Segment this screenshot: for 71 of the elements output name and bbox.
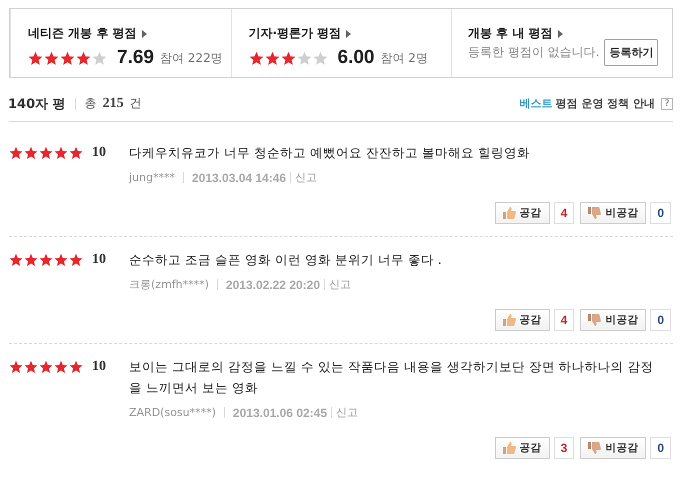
total-count: 215 (102, 96, 124, 112)
empty-rating-message: 등록한 평점이 없습니다. (468, 44, 600, 61)
total-label: 총 (84, 95, 97, 112)
thumbs-down-icon (588, 442, 602, 454)
dislike-count: 0 (650, 309, 671, 331)
section-title[interactable]: 개봉 후 내 평점 (468, 25, 553, 42)
total-unit: 건 (130, 95, 142, 112)
filled-star-icon (39, 360, 53, 374)
review-text: 보이는 그대로의 감정을 느낄 수 있는 작품다음 내용을 생각하기보단 장면 하나하나의 감정을 느끼면서 보는 영화 (129, 358, 655, 397)
filled-star-icon (54, 146, 68, 160)
filled-star-icon (39, 146, 53, 160)
review-date: 2013.01.06 02:45 (232, 406, 328, 420)
like-button[interactable]: 공감 (494, 437, 550, 459)
review-author: 크롱(zmfh****) (129, 277, 209, 292)
filled-star-icon (9, 146, 23, 160)
section-title[interactable]: 기자·평론가 평점 (248, 25, 342, 42)
dislike-button[interactable]: 비공감 (580, 202, 646, 224)
like-count: 4 (554, 309, 574, 331)
filled-star-icon (54, 252, 68, 266)
section-title: 140자 평 (8, 96, 66, 112)
best-label: 베스트 (520, 96, 552, 111)
filled-star-icon (69, 252, 83, 266)
filled-star-icon (44, 50, 59, 66)
rating-score: 7.69 (117, 47, 154, 69)
review-author: ZARD(sosu****) (129, 406, 216, 419)
filled-star-icon (264, 50, 280, 66)
review-author: jung**** (129, 171, 175, 184)
review-score: 10 (92, 252, 106, 268)
dislike-count: 0 (650, 437, 671, 459)
arrow-icon (558, 30, 563, 38)
filled-star-icon (60, 50, 75, 66)
section-title[interactable]: 네티즌 개봉 후 평점 (28, 25, 137, 42)
thumbs-up-icon (502, 207, 516, 219)
filled-star-icon (9, 360, 23, 374)
filled-star-icon (280, 50, 296, 66)
rating-score: 6.00 (338, 47, 374, 69)
filled-star-icon (54, 360, 68, 374)
policy-link[interactable]: 평점 운영 정책 안내 (556, 96, 655, 111)
filled-star-icon (9, 252, 23, 266)
thumbs-down-icon (588, 314, 602, 326)
like-count: 4 (554, 202, 574, 224)
help-button[interactable]: ? (661, 98, 673, 110)
filled-star-icon (69, 146, 83, 160)
participant-count: 참여 2명 (380, 50, 428, 66)
thumbs-up-icon (502, 442, 516, 454)
thumbs-up-icon (502, 314, 516, 326)
register-button[interactable]: 등록하기 (604, 39, 658, 66)
dislike-count: 0 (650, 202, 671, 224)
filled-star-icon (28, 50, 43, 66)
thumbs-down-icon (588, 207, 602, 219)
filled-star-icon (24, 252, 38, 266)
filled-star-icon (39, 252, 53, 266)
filled-star-icon (69, 360, 83, 374)
participant-count: 참여 222명 (160, 50, 223, 66)
like-button[interactable]: 공감 (494, 309, 550, 331)
arrow-icon (346, 30, 352, 38)
dislike-button[interactable]: 비공감 (580, 309, 646, 331)
review-score: 10 (92, 144, 106, 160)
review-text: 다케우치유코가 너무 청순하고 예뻤어요 잔잔하고 볼마해요 힐링영화 (129, 144, 531, 162)
filled-star-icon (248, 50, 264, 66)
dislike-button[interactable]: 비공감 (580, 437, 646, 459)
review-score: 10 (92, 358, 106, 374)
arrow-icon (142, 30, 147, 38)
like-button[interactable]: 공감 (494, 202, 550, 224)
review-date: 2013.03.04 14:46 (192, 170, 286, 184)
filled-star-icon (76, 50, 91, 66)
filled-star-icon (24, 146, 38, 160)
review-date: 2013.02.22 20:20 (226, 278, 320, 292)
like-count: 3 (554, 437, 574, 459)
filled-star-icon (24, 360, 38, 374)
review-text: 순수하고 조금 슬픈 영화 이런 영화 분위기 너무 좋다 . (129, 251, 443, 269)
